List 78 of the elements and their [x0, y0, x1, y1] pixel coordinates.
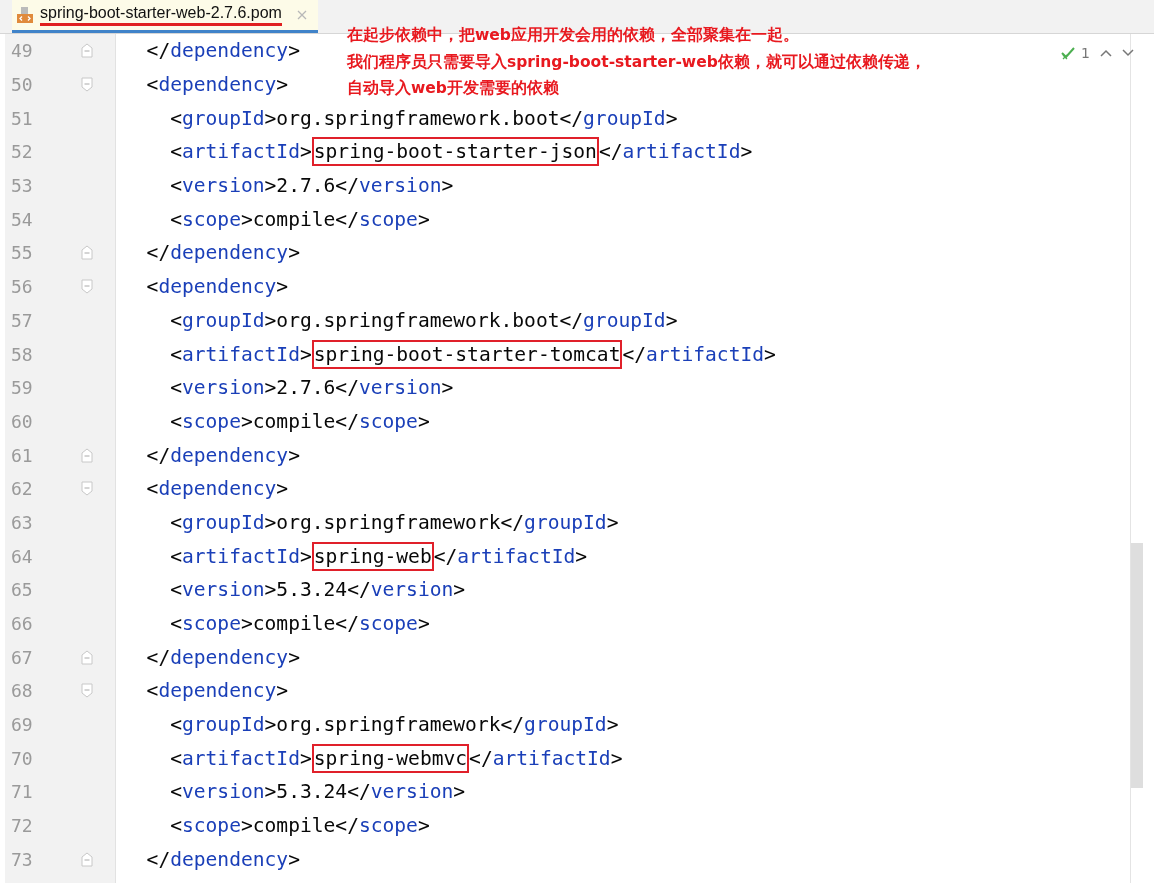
highlighted-value: spring-boot-starter-json	[311, 137, 599, 167]
line-number: 50	[11, 74, 34, 96]
code-text: <dependency>	[145, 73, 289, 97]
code-text: </dependency>	[145, 847, 300, 871]
inspection-count: 1	[1081, 45, 1090, 61]
code-text: <artifactId>	[169, 544, 312, 568]
code-text: <artifactId>	[169, 746, 312, 770]
code-text: <groupId>org.springframework</groupId>	[169, 510, 619, 534]
line-number: 61	[11, 444, 34, 466]
scrollbar-thumb[interactable]	[1131, 543, 1143, 788]
line-number: 65	[11, 579, 34, 601]
code-text: <groupId>org.springframework.boot</groupId>	[169, 106, 678, 130]
line-number: 63	[11, 511, 34, 533]
line-number: 55	[11, 242, 34, 264]
code-text: <version>5.3.24</version>	[169, 780, 466, 804]
line-number: 49	[11, 40, 34, 62]
fold-marker-icon[interactable]	[81, 77, 93, 93]
line-number: 59	[11, 377, 34, 399]
fold-marker-icon[interactable]	[81, 649, 93, 665]
file-tab[interactable]: spring-boot-starter-web-2.7.6.pom	[12, 0, 318, 33]
code-text: </dependency>	[145, 39, 300, 63]
code-text: <scope>compile</scope>	[169, 207, 430, 231]
line-number: 53	[11, 175, 34, 197]
code-text: </artifactId>	[622, 342, 776, 366]
annotation-text: 在起步依赖中，把web应用开发会用的依赖，全部聚集在一起。	[347, 25, 800, 46]
code-text: <version>5.3.24</version>	[169, 578, 466, 602]
close-icon[interactable]	[295, 9, 308, 21]
fold-marker-icon[interactable]	[81, 279, 93, 295]
line-number: 57	[11, 309, 34, 331]
line-number: 64	[11, 545, 34, 567]
code-text: </artifactId>	[433, 544, 588, 568]
line-number: 68	[11, 680, 34, 702]
line-number: 66	[11, 613, 34, 635]
fold-marker-icon[interactable]	[81, 481, 93, 497]
code-text: <artifactId>	[169, 140, 312, 164]
line-number: 54	[11, 208, 34, 230]
code-text: </dependency>	[145, 241, 300, 265]
code-text: <dependency>	[145, 679, 289, 703]
code-text: <groupId>org.springframework</groupId>	[169, 713, 619, 737]
line-number: 58	[11, 343, 34, 365]
code-text: <scope>compile</scope>	[169, 409, 430, 433]
highlighted-value: spring-web	[311, 541, 434, 571]
fold-marker-icon[interactable]	[81, 43, 93, 59]
annotation-text: 自动导入web开发需要的依赖	[347, 78, 560, 99]
line-number: 56	[11, 276, 34, 298]
chevron-down-icon[interactable]	[1122, 49, 1134, 57]
code-text: <scope>compile</scope>	[169, 612, 430, 636]
fold-marker-icon[interactable]	[81, 683, 93, 699]
line-number: 52	[11, 141, 34, 163]
code-text: </artifactId>	[598, 140, 753, 164]
code-text: </dependency>	[145, 443, 300, 467]
xml-file-icon	[16, 6, 34, 24]
line-number: 72	[11, 815, 34, 837]
line-number: 71	[11, 781, 34, 803]
line-number: 70	[11, 747, 34, 769]
code-text: <version>2.7.6</version>	[169, 174, 454, 198]
annotation-text: 我们程序员只需要导入spring-boot-starter-web依赖，就可以通过依赖传递，	[347, 51, 926, 73]
fold-marker-icon[interactable]	[81, 245, 93, 261]
chevron-up-icon[interactable]	[1100, 49, 1112, 57]
code-text: </dependency>	[145, 645, 300, 669]
code-text: <groupId>org.springframework.boot</groupId>	[169, 308, 678, 332]
line-number: 62	[11, 478, 34, 500]
highlighted-value: spring-webmvc	[311, 743, 470, 773]
code-text: </artifactId>	[469, 746, 623, 770]
fold-marker-icon[interactable]	[81, 447, 93, 463]
line-number: 51	[11, 107, 34, 129]
code-text: <dependency>	[145, 477, 289, 501]
code-text: <version>2.7.6</version>	[169, 376, 454, 400]
fold-marker-icon[interactable]	[81, 851, 93, 867]
line-number: 67	[11, 646, 34, 668]
check-icon	[1061, 46, 1078, 60]
highlighted-value: spring-boot-starter-tomcat	[311, 339, 623, 369]
code-text: <dependency>	[145, 275, 289, 299]
line-number: 60	[11, 410, 34, 432]
code-text: <scope>compile</scope>	[169, 814, 430, 838]
line-number: 73	[11, 848, 34, 870]
line-number: 69	[11, 714, 34, 736]
code-text: <artifactId>	[169, 342, 312, 366]
